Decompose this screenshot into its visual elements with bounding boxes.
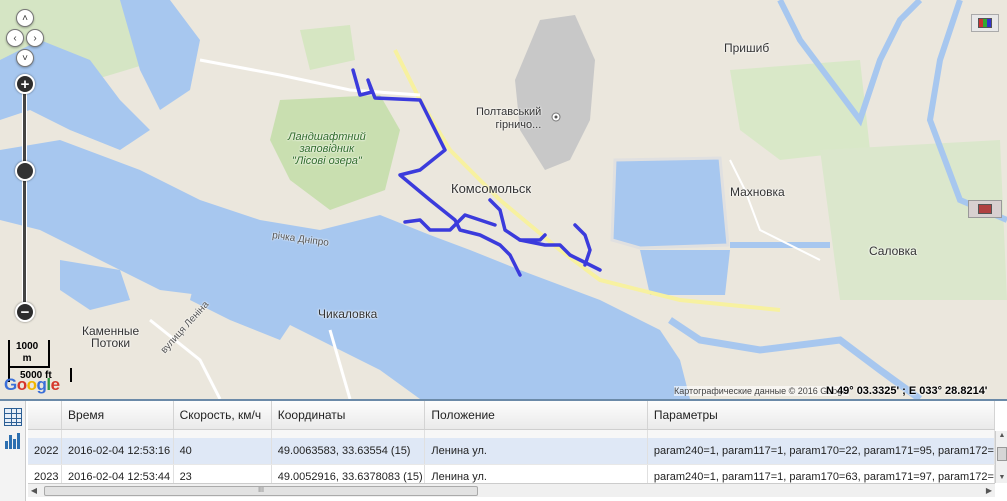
- town-label-makhnovka: Махновка: [730, 185, 785, 199]
- map-tiles: [0, 0, 1007, 399]
- col-header-params[interactable]: Параметры: [647, 401, 996, 430]
- layers-icon: [978, 18, 992, 28]
- town-label-salovka: Саловка: [869, 244, 917, 258]
- table-row[interactable]: 2022 2016-02-04 12:53:16 40 49.0063583, …: [28, 438, 996, 465]
- pan-right-button[interactable]: ›: [26, 29, 44, 47]
- horizontal-scroll-thumb[interactable]: III: [44, 486, 478, 496]
- cell-coords: 49.0063583, 33.63554 (15): [271, 438, 426, 465]
- vertical-scroll-thumb[interactable]: [997, 447, 1007, 461]
- col-header-id[interactable]: [28, 401, 63, 430]
- layers-toggle-button[interactable]: [971, 14, 999, 32]
- col-header-coords[interactable]: Координаты: [271, 401, 426, 430]
- poi-label-poltava-mine: Полтавський гірничо...: [476, 106, 542, 131]
- zoom-in-button[interactable]: +: [15, 74, 35, 94]
- scale-metric-label: 1000 m: [16, 341, 39, 364]
- park-label-reserve: Ландшафтний заповідник "Лісові озера": [288, 131, 366, 167]
- pan-up-button[interactable]: ˄: [16, 9, 34, 27]
- overlay-toggle-button[interactable]: [968, 200, 1002, 218]
- pan-left-button[interactable]: ‹: [6, 29, 24, 47]
- chart-view-icon[interactable]: [4, 432, 22, 450]
- zoom-slider-handle[interactable]: [15, 161, 35, 181]
- town-label-kamennye-potoki: Каменные Потоки: [82, 324, 140, 350]
- cell-time: 2016-02-04 12:53:16: [61, 438, 174, 465]
- scroll-down-arrow-icon[interactable]: ▼: [996, 473, 1007, 483]
- col-header-time[interactable]: Время: [61, 401, 174, 430]
- scroll-left-arrow-icon[interactable]: ◀: [28, 484, 40, 497]
- table-horizontal-scrollbar[interactable]: ◀ III ▶: [28, 483, 995, 497]
- cursor-coordinates: N 49° 03.3325' ; E 033° 28.8214': [826, 385, 988, 397]
- table-header-row: Время Скорость, км/ч Координаты Положени…: [28, 401, 996, 430]
- cell-speed: 40: [173, 438, 272, 465]
- data-panel: Время Скорость, км/ч Координаты Положени…: [0, 399, 1007, 501]
- cell-params: param240=1, param117=1, param170=22, par…: [647, 438, 996, 465]
- map-view[interactable]: Пришиб Полтавський гірничо... Ландшафтни…: [0, 0, 1007, 399]
- city-label-komsomolsk: Комсомольск: [451, 181, 532, 196]
- town-label-pryshyb: Пришиб: [724, 41, 770, 55]
- table-vertical-scrollbar[interactable]: ▲ ▼: [995, 431, 1007, 483]
- table-row-partial: [28, 429, 996, 438]
- col-header-speed[interactable]: Скорость, км/ч: [173, 401, 272, 430]
- scroll-right-arrow-icon[interactable]: ▶: [983, 484, 995, 497]
- zoom-slider-track[interactable]: [22, 92, 27, 304]
- town-label-chikalovka: Чикаловка: [318, 307, 378, 321]
- col-header-place[interactable]: Положение: [424, 401, 648, 430]
- overlay-icon: [978, 204, 992, 214]
- google-logo: Google: [4, 375, 60, 394]
- map-attribution[interactable]: Картографические данные © 2016 Google: [674, 386, 850, 396]
- cell-place: Ленина ул.: [424, 438, 648, 465]
- table-view-icon[interactable]: [4, 408, 22, 426]
- scroll-up-arrow-icon[interactable]: ▲: [996, 431, 1007, 441]
- panel-toolbar: [0, 401, 26, 501]
- zoom-out-button[interactable]: −: [15, 302, 35, 322]
- track-points-table: Время Скорость, км/ч Координаты Положени…: [28, 401, 996, 491]
- cell-id: 2022: [28, 438, 63, 465]
- pan-down-button[interactable]: ˅: [16, 49, 34, 67]
